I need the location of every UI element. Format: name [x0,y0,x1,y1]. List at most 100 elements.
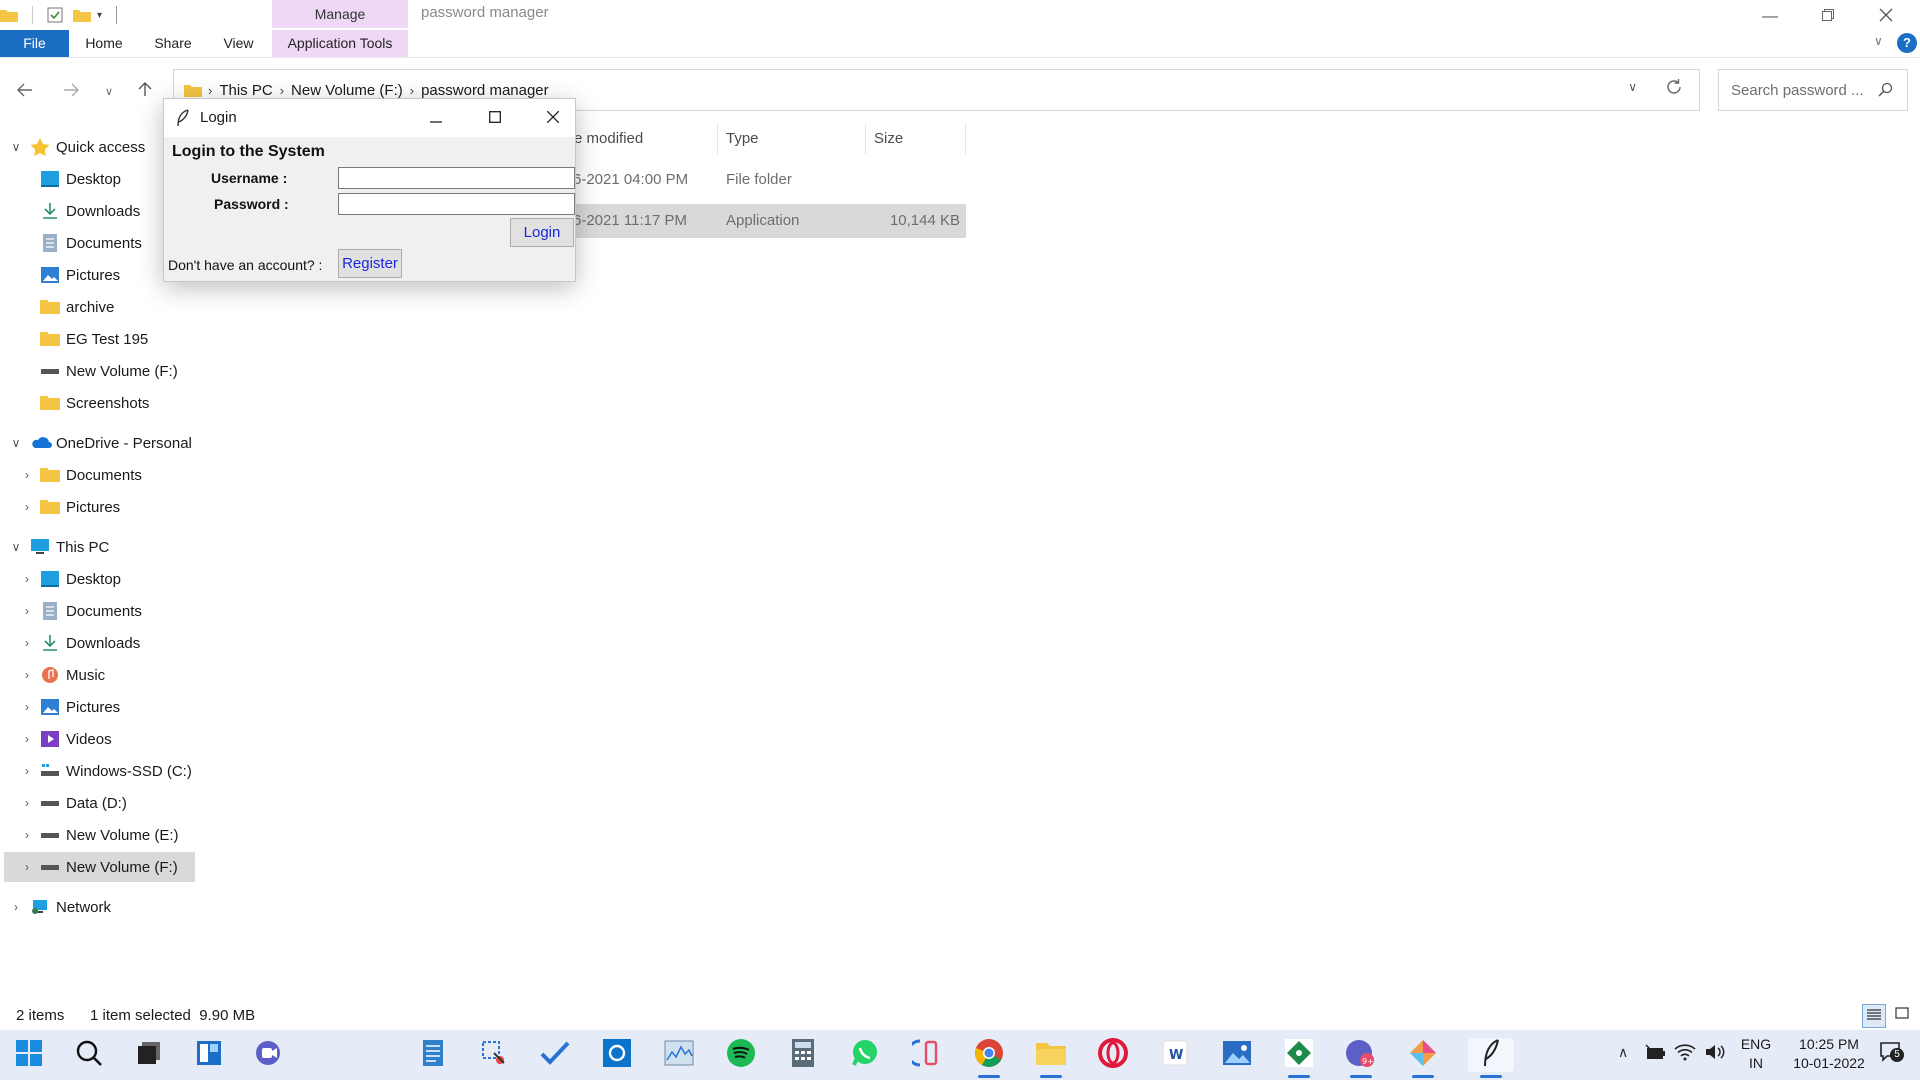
nav-pc-music[interactable]: › Music [0,660,196,690]
large-icons-view-button[interactable] [1892,1006,1912,1026]
column-header-size[interactable]: Size [866,124,966,154]
dialog-minimize-button[interactable] [421,107,451,129]
chevron-right-icon[interactable]: › [20,732,34,746]
new-folder-icon[interactable] [73,8,91,22]
chevron-right-icon[interactable]: › [20,604,34,618]
taskbar-app-git[interactable] [1282,1038,1316,1078]
nav-this-pc[interactable]: ∨ This PC [0,532,196,562]
tab-application-tools[interactable]: Application Tools [272,30,408,57]
login-title-bar[interactable]: Login [164,99,575,137]
search-input[interactable]: Search password ... [1718,69,1908,111]
nav-onedrive[interactable]: ∨ OneDrive - Personal [0,428,196,458]
username-input[interactable] [338,167,575,189]
back-button[interactable] [12,78,38,104]
teams-chat-button[interactable] [252,1038,286,1072]
chevron-down-icon[interactable]: ∨ [9,140,23,154]
nav-pc-desktop[interactable]: › Desktop [0,564,196,594]
show-hidden-icons-button[interactable]: ∧ [1618,1044,1628,1061]
nav-pc-drive-e[interactable]: › New Volume (E:) [0,820,196,850]
taskbar-app-photos[interactable] [1220,1038,1254,1072]
nav-pc-videos[interactable]: › Videos [0,724,196,754]
taskbar-app-messenger[interactable]: 9+ [1344,1038,1378,1078]
taskbar-app-phone-link[interactable] [906,1038,944,1072]
start-button[interactable] [12,1038,46,1072]
language-indicator[interactable]: ENG IN [1740,1035,1772,1073]
battery-icon[interactable] [1644,1043,1666,1064]
nav-pc-documents[interactable]: › Documents [0,596,196,626]
up-button[interactable] [132,78,158,104]
nav-pc-drive-f[interactable]: › New Volume (F:) [4,852,195,882]
chevron-right-icon[interactable]: › [20,668,34,682]
close-button[interactable] [1857,0,1915,34]
taskbar-app-snipping-tool[interactable] [477,1038,511,1072]
taskbar-app-paint[interactable] [1406,1038,1440,1078]
login-button[interactable]: Login [510,218,574,247]
properties-icon[interactable] [47,7,63,23]
chevron-right-icon[interactable]: › [20,700,34,714]
nav-onedrive-documents[interactable]: › Documents [0,460,196,490]
chevron-down-icon[interactable]: ∨ [9,540,23,554]
chevron-right-icon[interactable]: › [20,636,34,650]
taskbar-app-whatsapp[interactable] [848,1038,882,1072]
nav-onedrive-pictures[interactable]: › Pictures [0,492,196,522]
clock[interactable]: 10:25 PM 10-01-2022 [1780,1035,1878,1073]
nav-quick-archive[interactable]: archive [0,292,196,322]
nav-network[interactable]: › Network [0,892,196,922]
password-input[interactable] [338,193,575,215]
tab-manage[interactable]: Manage [272,0,408,28]
nav-quick-eg-test[interactable]: EG Test 195 [0,324,196,354]
refresh-icon[interactable] [1665,78,1683,100]
widgets-button[interactable] [192,1038,226,1072]
taskbar-app-word-doc[interactable]: W [1158,1038,1192,1072]
details-view-button[interactable] [1862,1004,1886,1028]
register-button[interactable]: Register [338,249,402,278]
chevron-right-icon[interactable]: › [20,796,34,810]
breadcrumb-password-manager[interactable]: password manager [421,82,549,99]
dialog-maximize-button[interactable] [480,107,510,129]
chevron-right-icon[interactable]: › [20,572,34,586]
forward-button[interactable] [58,78,84,104]
column-header-type[interactable]: Type [718,124,866,154]
nav-pc-pictures[interactable]: › Pictures [0,692,196,722]
chevron-right-icon[interactable]: › [20,860,34,874]
chevron-down-icon[interactable]: ∨ [9,436,23,450]
taskbar-app-cortana[interactable] [600,1038,634,1072]
taskbar-app-chrome[interactable] [972,1038,1006,1078]
taskbar-search-button[interactable] [72,1038,106,1072]
notification-center-button[interactable]: 5 [1880,1042,1904,1065]
nav-quick-screenshots[interactable]: Screenshots [0,388,196,418]
help-icon[interactable]: ? [1897,33,1917,53]
chevron-right-icon[interactable]: › [20,500,34,514]
column-header-date-modified[interactable]: e modified [566,124,718,154]
expand-ribbon-icon[interactable]: ∨ [1874,34,1883,48]
nav-pc-drive-c[interactable]: › Windows-SSD (C:) [0,756,196,786]
taskbar-app-resource-monitor[interactable] [662,1038,696,1072]
task-view-button[interactable] [132,1038,166,1072]
chevron-right-icon[interactable]: › [20,764,34,778]
taskbar-app-todo[interactable] [538,1038,572,1072]
minimize-button[interactable]: — [1741,0,1799,34]
volume-icon[interactable] [1704,1043,1726,1064]
taskbar-app-calculator[interactable] [786,1038,820,1072]
dialog-close-button[interactable] [538,107,568,129]
breadcrumb-this-pc[interactable]: This PC [219,82,272,99]
nav-pc-downloads[interactable]: › Downloads [0,628,196,658]
taskbar-app-notepad[interactable] [416,1038,450,1072]
tab-file[interactable]: File [0,30,69,57]
address-history-dropdown-icon[interactable]: ∨ [1628,80,1637,94]
taskbar-app-spotify[interactable] [724,1038,758,1072]
nav-pc-drive-d[interactable]: › Data (D:) [0,788,196,818]
chevron-right-icon[interactable]: › [9,900,23,914]
restore-button[interactable] [1799,0,1857,34]
folder-icon[interactable] [0,8,18,22]
taskbar-app-file-explorer[interactable] [1034,1038,1068,1078]
tab-home[interactable]: Home [69,30,139,57]
recent-locations-button[interactable]: ∨ [96,78,122,104]
breadcrumb-new-volume-f[interactable]: New Volume (F:) [291,82,403,99]
taskbar-app-opera[interactable] [1096,1038,1130,1072]
customize-qat-icon[interactable]: ▾ [97,10,102,21]
tab-share[interactable]: Share [139,30,207,57]
chevron-right-icon[interactable]: › [20,828,34,842]
tab-view[interactable]: View [207,30,270,57]
nav-quick-new-volume-f[interactable]: New Volume (F:) [0,356,196,386]
